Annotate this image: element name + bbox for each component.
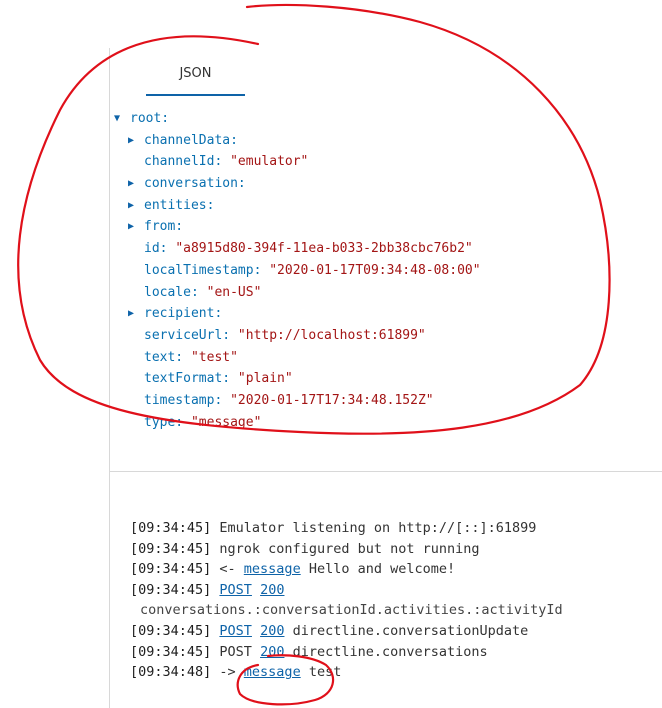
log-text: Emulator listening on http://[::]:61899 [211, 520, 537, 536]
tree-key: channelId: [144, 154, 223, 170]
log-message-link[interactable]: message [244, 561, 301, 577]
log-method: POST [211, 643, 261, 660]
tree-row: text: "test" [114, 347, 654, 369]
tree-value: "2020-01-17T09:34:48-08:00" [269, 262, 481, 278]
log-status-link[interactable]: 200 [260, 582, 284, 598]
tree-row: textFormat: "plain" [114, 368, 654, 390]
log-text: directline.conversationUpdate [284, 622, 529, 639]
tree-key: root: [130, 111, 170, 126]
json-tree: ▼ root: ▶ channelData: channelId: "emulator"… [114, 108, 654, 433]
tree-key: entities: [144, 197, 215, 213]
log-timestamp: [09:34:45] [130, 561, 212, 578]
tree-value: "a8915d80-394f-11ea-b033-2bb38cbc76b2" [175, 241, 473, 257]
tree-value: "plain" [237, 371, 293, 387]
log-line: [09:34:45] POST 200 directline.conversat… [130, 642, 660, 663]
log-line: [09:34:45] POST 200 [130, 580, 660, 601]
log-continuation: conversations.:conversationId.activities… [140, 602, 563, 619]
log-line: [09:34:45] Emulator listening on http://… [130, 518, 660, 539]
log-timestamp: [09:34:45] [130, 520, 212, 536]
log-line: [09:34:45] ngrok configured but not runn… [130, 539, 660, 560]
tree-value: "test" [190, 349, 238, 365]
tree-key: textFormat: [144, 371, 231, 387]
log-timestamp: [09:34:45] [130, 643, 212, 660]
log-text: test [300, 664, 342, 681]
log-text: directline.conversations [284, 643, 488, 660]
log-direction: -> [211, 664, 244, 681]
tree-key: locale: [144, 284, 199, 300]
caret-right-icon[interactable]: ▶ [128, 173, 140, 195]
log-line: [09:34:48] -> message test [130, 662, 660, 683]
tree-row[interactable]: ▶ entities: [114, 195, 654, 217]
log-timestamp: [09:34:48] [130, 664, 212, 681]
tree-row[interactable]: ▶ conversation: [114, 173, 654, 195]
tree-value: "2020-01-17T17:34:48.152Z" [230, 392, 434, 408]
log-timestamp: [09:34:45] [130, 581, 212, 598]
caret-right-icon[interactable]: ▶ [128, 195, 140, 217]
log-timestamp: [09:34:45] [130, 540, 212, 557]
log-status-link[interactable]: 200 [260, 644, 284, 660]
log-panel: [09:34:45] Emulator listening on http://… [130, 518, 660, 683]
tree-key: conversation: [144, 176, 246, 192]
panel-divider [110, 471, 662, 472]
log-message-link[interactable]: message [244, 664, 301, 680]
tree-row: serviceUrl: "http://localhost:61899" [114, 325, 654, 347]
log-timestamp: [09:34:45] [130, 622, 212, 639]
caret-down-icon[interactable]: ▼ [114, 108, 126, 130]
tree-key: localTimestamp: [144, 262, 262, 278]
tree-value: "en-US" [206, 284, 262, 300]
caret-right-icon[interactable]: ▶ [128, 216, 140, 238]
tree-row-root[interactable]: ▼ root: [114, 108, 654, 130]
log-line: conversations.:conversationId.activities… [130, 600, 660, 621]
log-line: [09:34:45] POST 200 directline.conversat… [130, 621, 660, 642]
log-post-link[interactable]: POST [219, 582, 252, 598]
tree-value: "message" [190, 414, 262, 430]
tree-row: channelId: "emulator" [114, 151, 654, 173]
tree-key: text: [144, 349, 184, 365]
log-direction: <- [211, 561, 244, 578]
tree-row: timestamp: "2020-01-17T17:34:48.152Z" [114, 390, 654, 412]
tree-key: serviceUrl: [144, 327, 231, 343]
tree-key: id: [144, 241, 168, 257]
tree-row: id: "a8915d80-394f-11ea-b033-2bb38cbc76b… [114, 238, 654, 260]
log-text: ngrok configured but not running [211, 540, 480, 557]
log-text: Hello and welcome! [300, 561, 456, 578]
tree-row: locale: "en-US" [114, 282, 654, 304]
tree-key: timestamp: [144, 392, 223, 408]
tree-row: localTimestamp: "2020-01-17T09:34:48-08:… [114, 260, 654, 282]
tree-key: channelData: [144, 132, 238, 148]
tree-row: type: "message" [114, 412, 654, 434]
tab-json[interactable]: JSON [146, 62, 245, 96]
tree-row[interactable]: ▶ from: [114, 216, 654, 238]
caret-right-icon[interactable]: ▶ [128, 130, 140, 152]
caret-right-icon[interactable]: ▶ [128, 303, 140, 325]
tree-row[interactable]: ▶ channelData: [114, 130, 654, 152]
tree-value: "emulator" [230, 154, 309, 170]
log-post-link[interactable]: POST [219, 623, 252, 639]
tree-value: "http://localhost:61899" [237, 327, 426, 343]
tree-key: from: [144, 219, 184, 235]
log-line: [09:34:45] <- message Hello and welcome! [130, 559, 660, 580]
tree-key: type: [144, 414, 184, 430]
tree-key: recipient: [144, 306, 223, 322]
inspector-tab-bar: JSON [146, 62, 246, 96]
log-status-link[interactable]: 200 [260, 623, 284, 639]
tree-row[interactable]: ▶ recipient: [114, 303, 654, 325]
panel-left-border [109, 48, 110, 708]
